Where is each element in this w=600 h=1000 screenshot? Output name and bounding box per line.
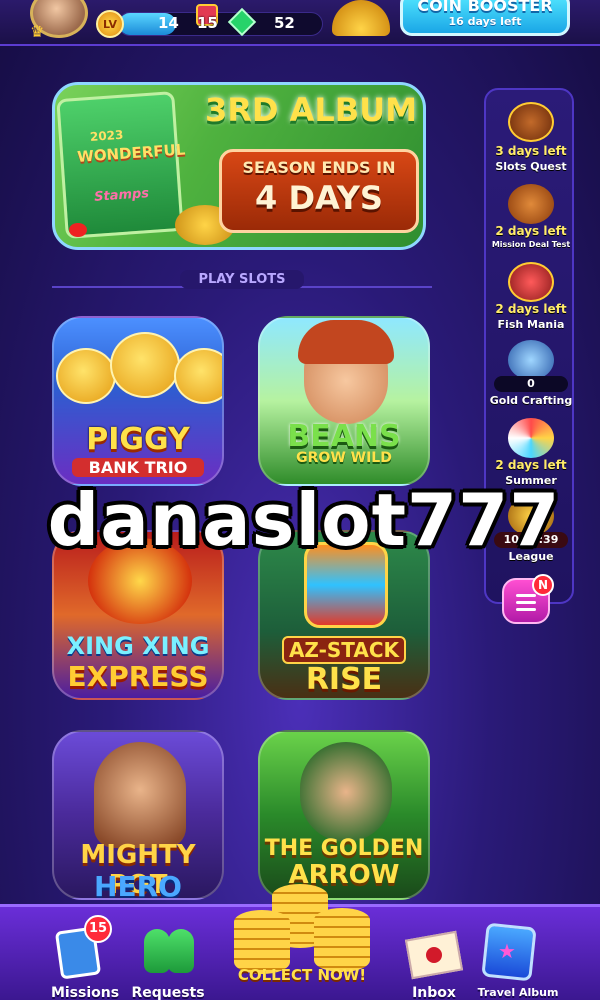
beach-ball-icon [508,418,554,458]
game-tile-beans-grow-wild[interactable]: BEANS GROW WILD [258,316,430,486]
event-name: Slots Quest [495,160,567,173]
coin-stack-icon [234,910,290,974]
gift-count: 15 [197,14,218,32]
level-badge-icon: LV [96,10,124,38]
pig-icon [174,348,222,404]
event-name: Mission Deal Test [491,240,571,249]
coin-booster-timer: 16 days left [448,15,522,28]
pig-icon [110,332,180,398]
watermark-text: danaslot777 [47,478,561,562]
collect-now-button[interactable]: COLLECT NOW! [228,870,376,1000]
game-title-line1: PIGGY [86,422,190,457]
menu-icon-line [516,608,536,611]
nav-missions[interactable]: 15 Missions [40,907,130,1000]
event-fish-mania[interactable]: 2 days left Fish Mania [486,260,576,334]
hero-character-image [94,742,186,848]
season-days-remaining: 4 DAYS [255,179,383,217]
nav-missions-label: Missions [50,985,120,1000]
menu-notification-badge: N [532,574,554,596]
friends-icon [144,929,194,973]
nav-travel-album-label: Travel Album [477,986,559,999]
person-icon [168,929,194,973]
nav-travel-album[interactable]: ★ Travel Album [470,907,566,1000]
play-slots-heading: PLAY SLOTS [52,270,432,290]
event-name: Fish Mania [497,318,565,331]
wax-seal-icon [426,947,442,963]
nav-requests[interactable]: Requests [126,907,210,1000]
missions-count-badge: 15 [84,915,112,943]
album-title: 3RD ALBUM [205,91,417,129]
nav-inbox[interactable]: Inbox [398,907,470,1000]
crown-icon: ♛ [30,22,45,41]
menu-icon-line [516,601,536,604]
collect-now-label: COLLECT NOW! [237,966,367,984]
gold-crafting-counter: 0 [494,376,568,392]
nav-inbox-label: Inbox [412,985,456,1000]
game-title-line2: HERO [94,870,182,900]
ladybug-icon [69,223,87,237]
event-gold-crafting[interactable]: 0 Gold Crafting [486,340,576,412]
game-title-line2: GROW WILD [296,450,392,466]
event-mission-deal-test[interactable]: 2 days left Mission Deal Test [486,184,576,256]
gem-count: 52 [274,14,295,32]
roast-chicken-icon [508,184,554,224]
play-slots-label: PLAY SLOTS [180,270,304,289]
game-title-line2: EXPRESS [67,660,209,693]
event-name: Gold Crafting [489,394,573,407]
game-title-line1: THE GOLDEN [264,836,424,861]
event-time-left: 3 days left [495,144,567,158]
star-icon: ★ [498,939,516,963]
top-bar: ♛ LV 14 15 52 COIN BOOSTER 16 days left [0,0,600,46]
stamp-book-image: 2023 WONDERFUL Stamps [56,91,186,239]
menu-icon-line [516,594,536,597]
person-icon [144,929,170,973]
book-title: WONDERFUL [76,140,186,166]
pickaxe-icon [508,340,554,380]
archer-character-image [300,742,392,842]
event-slots-quest[interactable]: 3 days left Slots Quest [486,102,576,178]
game-title-line2: RISE [305,662,383,697]
season-ends-label: SEASON ENDS IN [242,158,396,177]
coin-pile-icon[interactable] [332,0,390,36]
album-banner[interactable]: 2023 WONDERFUL Stamps 3RD ALBUM SEASON E… [52,82,426,250]
game-tile-piggy-bank-trio[interactable]: PIGGY BANK TRIO [52,316,224,486]
coin-booster-button[interactable]: COIN BOOSTER 16 days left [400,0,570,36]
game-tile-mighty-pot-hero[interactable]: MIGHTY POT HERO [52,730,224,900]
pig-icon [56,348,116,404]
treasure-chest-icon [508,102,554,142]
coin-booster-title: COIN BOOSTER [417,0,553,15]
nav-requests-label: Requests [131,985,205,1000]
book-year: 2023 [89,127,124,145]
game-title-line1: BEANS [287,419,401,454]
book-subtitle: Stamps [93,186,150,205]
game-title-line1: AZ-STACK [282,636,406,664]
event-time-left: 2 days left [495,458,567,472]
event-time-left: 2 days left [495,302,567,316]
fish-icon [508,262,554,302]
event-time-left: 2 days left [495,224,567,238]
game-title-line2: BANK TRIO [72,458,204,477]
coin-stack-icon [314,908,370,972]
game-title-line1: XING XING [66,632,210,660]
season-countdown-box: SEASON ENDS IN 4 DAYS [219,149,419,233]
boy-hair-image [298,320,394,364]
level-number: 14 [158,14,179,32]
